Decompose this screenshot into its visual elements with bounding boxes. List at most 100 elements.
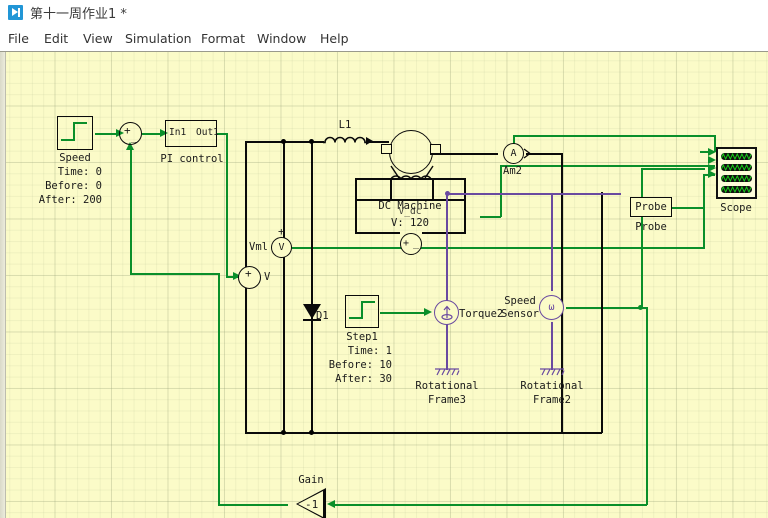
- dc-source-minus: _: [413, 238, 420, 249]
- wire-probe-spine-top: [641, 168, 705, 170]
- sum-plus-sign: +: [124, 124, 131, 137]
- junction-bottom-2: [309, 430, 314, 435]
- dc-source-plus: +: [403, 238, 410, 249]
- menu-format[interactable]: Format: [201, 31, 245, 46]
- wire-am2-branch-left: [480, 216, 501, 218]
- label-gain-name: Gain: [298, 474, 324, 486]
- label-inductor-name: L1: [338, 119, 352, 131]
- voltmeter-symbol: V: [278, 242, 285, 253]
- scope-channel-4: [721, 186, 752, 193]
- wire-field-left: [355, 178, 357, 233]
- label-probe-name: Probe: [635, 221, 667, 233]
- wire-shaft-to-torque: [446, 193, 448, 305]
- label-torque-step-name: Step1: [346, 331, 378, 343]
- wire-vml-up: [703, 175, 705, 248]
- wire-gain-up: [218, 273, 220, 505]
- label-pi-control-name: PI control: [160, 153, 224, 165]
- step1-waveform-high: [361, 301, 375, 303]
- voltmeter-plus-sign: +: [278, 225, 285, 238]
- wire-speed-to-gain: [334, 504, 647, 506]
- junction-speed-signal: [638, 305, 643, 310]
- menu-simulation[interactable]: Simulation: [125, 31, 192, 46]
- wire-step1-to-torque: [380, 312, 428, 314]
- label-torque-step-after: After: 30: [335, 373, 392, 385]
- junction-top-2: [309, 139, 314, 144]
- label-torque-source-name: Torque2: [459, 308, 504, 320]
- block-rotational-frame3[interactable]: [433, 365, 461, 377]
- label-vsource-name: V: [264, 271, 271, 283]
- wire-tap-diode: [311, 141, 313, 433]
- scope-channel-2: [721, 164, 752, 171]
- canvas-left-rail[interactable]: [0, 52, 6, 518]
- wire-tap-vml: [283, 141, 285, 433]
- block-torque-step[interactable]: [345, 295, 379, 328]
- block-speed-step[interactable]: [57, 116, 93, 150]
- gain-value-label: -1: [305, 498, 319, 511]
- junction-top-1: [281, 139, 286, 144]
- wire-feedback-horizontal: [130, 273, 218, 275]
- machine-terminal-right: [430, 144, 441, 154]
- label-speed-step-name: Speed: [59, 152, 91, 164]
- step1-waveform-edge: [361, 301, 363, 319]
- menu-window[interactable]: Window: [257, 31, 306, 46]
- label-frame3-line1: Rotational: [415, 380, 479, 392]
- title-bar: 第十一周作业1 *: [0, 0, 768, 26]
- arrowhead-scope-in3: [708, 164, 716, 172]
- scope-channel-1: [721, 153, 752, 160]
- label-speed-sensor-line2: Sensor: [501, 308, 539, 320]
- wire-shaft-right: [447, 193, 621, 195]
- label-frame3-line2: Frame3: [428, 394, 466, 406]
- wire-am2-branch-to-scope: [500, 165, 715, 167]
- wire-sensor-to-ground: [551, 322, 553, 370]
- menu-edit[interactable]: Edit: [44, 31, 68, 46]
- window-title: 第十一周作业1 *: [30, 7, 127, 22]
- menu-file[interactable]: File: [8, 31, 29, 46]
- wire-gain-out: [218, 504, 288, 506]
- block-rotational-frame2[interactable]: [538, 365, 566, 377]
- label-diode-name: D1: [316, 310, 329, 322]
- label-scope-name: Scope: [720, 202, 752, 214]
- pi-out-port-label: Out1: [196, 127, 219, 138]
- label-frame2-line2: Frame2: [533, 394, 571, 406]
- block-inductor-L1[interactable]: [322, 132, 370, 146]
- scope-channel-3: [721, 175, 752, 182]
- wire-speed-down: [646, 307, 648, 505]
- wire-far-right-bus: [601, 192, 603, 433]
- label-torque-step-before: Before: 10: [328, 359, 392, 371]
- label-frame2-line1: Rotational: [520, 380, 584, 392]
- torque-source-icon: [441, 305, 453, 321]
- arrowhead-scope-in2: [708, 156, 716, 164]
- label-torque-step-time: Time: 1: [347, 345, 392, 357]
- label-speed-step-time: Time: 0: [57, 166, 102, 178]
- wire-pi-down: [226, 133, 228, 277]
- label-speed-step-before: Before: 0: [45, 180, 102, 192]
- label-dc-machine-value: V: 120: [391, 217, 429, 229]
- label-probe-inner: Probe: [635, 201, 667, 213]
- machine-terminal-left: [381, 144, 392, 154]
- wire-speed-to-sum: [95, 133, 117, 135]
- label-speed-step-after: After: 200: [38, 194, 102, 206]
- vsource-minus-sign: _: [245, 276, 252, 289]
- menu-view[interactable]: View: [83, 31, 113, 46]
- wire-bus-to-L1: [245, 141, 310, 143]
- modelica-editor-window: 第十一周作业1 * File Edit View Simulation Form…: [0, 0, 768, 518]
- diagram-canvas[interactable]: Speed Time: 0 Before: 0 After: 200 + _ I…: [0, 52, 768, 518]
- wire-dcsrc-left: [355, 232, 400, 234]
- wire-field-right: [464, 178, 466, 233]
- run-simulation-icon[interactable]: [8, 5, 23, 20]
- block-scope[interactable]: [716, 147, 757, 199]
- wire-vml-to-scope: [292, 247, 705, 249]
- label-ammeter-name: Am2: [503, 165, 522, 177]
- wire-bottom-bus: [245, 432, 602, 434]
- wire-feedback-to-sum: [130, 147, 132, 274]
- menu-help[interactable]: Help: [320, 31, 349, 46]
- step-waveform-high: [73, 122, 87, 124]
- wire-shaft-to-sensor: [551, 193, 553, 291]
- menu-bar: File Edit View Simulation Format Window …: [0, 27, 768, 52]
- wire-torque-to-ground: [446, 322, 448, 370]
- wire-am2-branch-down: [500, 165, 502, 217]
- ammeter-symbol: A: [510, 148, 517, 159]
- junction-bottom-1: [281, 430, 286, 435]
- arrowhead-gain-in: [327, 500, 335, 508]
- speed-sensor-symbol: ω: [548, 302, 555, 313]
